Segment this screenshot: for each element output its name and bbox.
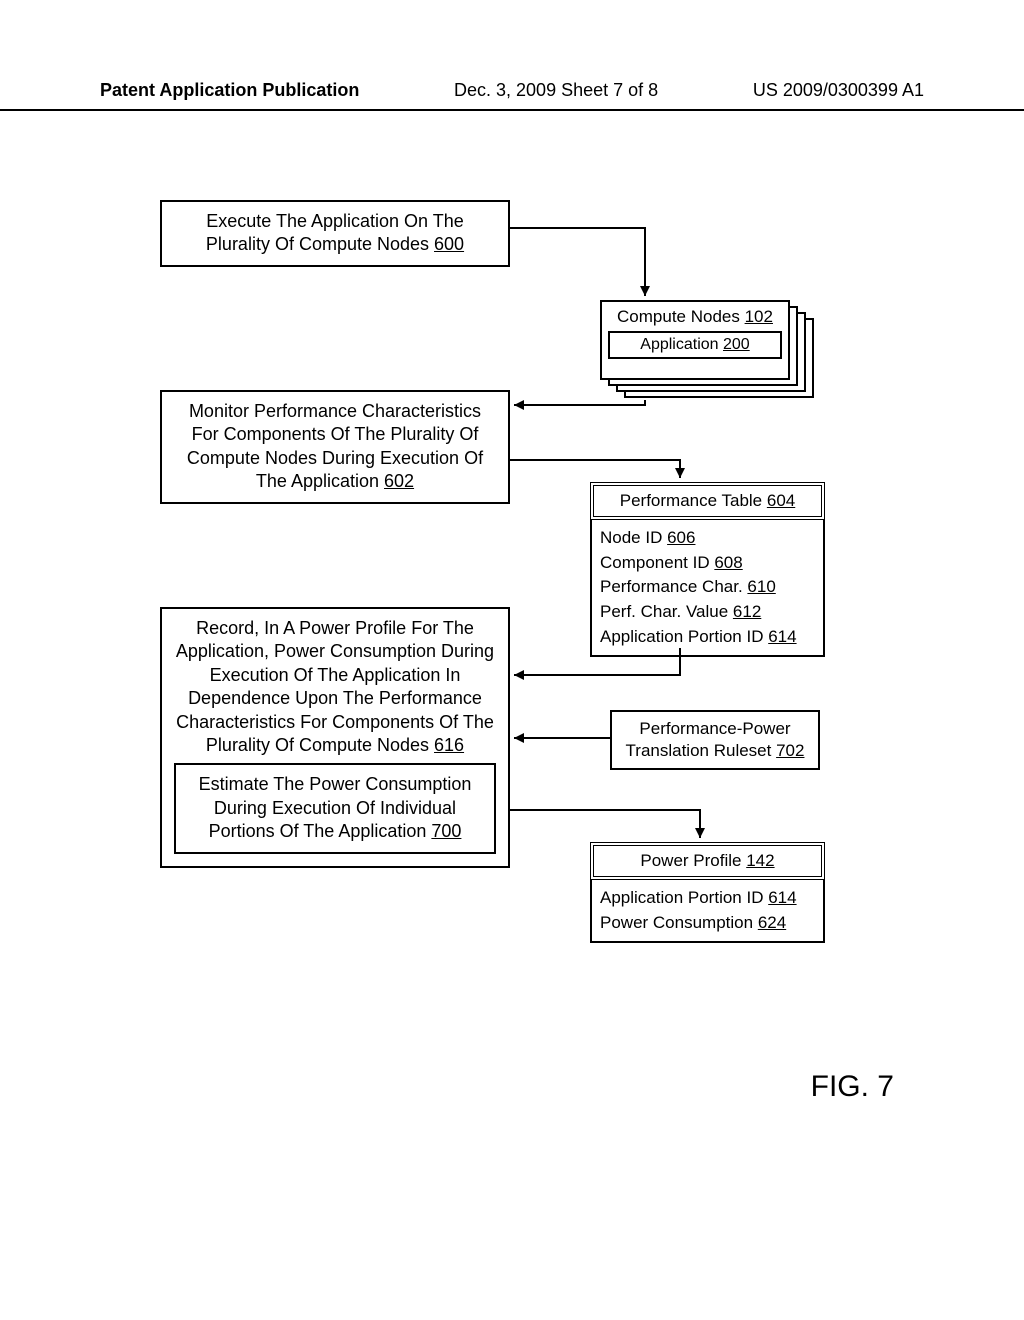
performance-table-header: Performance Table 604 xyxy=(590,482,825,520)
page-header: Patent Application Publication Dec. 3, 2… xyxy=(0,80,1024,111)
compute-nodes-label: Compute Nodes 102 xyxy=(608,307,782,327)
performance-table-body: Node ID 606 Component ID 608 Performance… xyxy=(590,520,825,657)
profile-row-power-consumption: Power Consumption 624 xyxy=(600,911,815,936)
step-600-text: Execute The Application On The Plurality… xyxy=(206,211,464,254)
step-700-ref: 700 xyxy=(431,821,461,841)
step-602-text: Monitor Performance Characteristics For … xyxy=(187,401,483,491)
ruleset-box: Performance-Power Translation Ruleset 70… xyxy=(610,710,820,770)
step-602-box: Monitor Performance Characteristics For … xyxy=(160,390,510,504)
performance-table: Performance Table 604 Node ID 606 Compon… xyxy=(590,482,825,657)
header-left: Patent Application Publication xyxy=(100,80,359,101)
step-600-ref: 600 xyxy=(434,234,464,254)
power-profile: Power Profile 142 Application Portion ID… xyxy=(590,842,825,943)
header-mid: Dec. 3, 2009 Sheet 7 of 8 xyxy=(454,80,658,101)
power-profile-body: Application Portion ID 614 Power Consump… xyxy=(590,880,825,943)
step-700-box: Estimate The Power Consumption During Ex… xyxy=(174,763,496,853)
ruleset-text: Performance-Power Translation Ruleset xyxy=(626,719,791,760)
step-616-box: Record, In A Power Profile For The Appli… xyxy=(160,607,510,868)
perf-row-node-id: Node ID 606 xyxy=(600,526,815,551)
step-602-ref: 602 xyxy=(384,471,414,491)
perf-row-perf-char-value: Perf. Char. Value 612 xyxy=(600,600,815,625)
power-profile-header: Power Profile 142 xyxy=(590,842,825,880)
application-inner-box: Application 200 xyxy=(608,331,782,359)
ruleset-ref: 702 xyxy=(776,741,804,760)
figure-label: FIG. 7 xyxy=(811,1070,894,1104)
step-616-ref: 616 xyxy=(434,735,464,755)
header-right: US 2009/0300399 A1 xyxy=(753,80,924,101)
perf-row-app-portion-id: Application Portion ID 614 xyxy=(600,625,815,650)
profile-row-app-portion-id: Application Portion ID 614 xyxy=(600,886,815,911)
step-600-box: Execute The Application On The Plurality… xyxy=(160,200,510,267)
perf-row-perf-char: Performance Char. 610 xyxy=(600,575,815,600)
compute-nodes-stack: Compute Nodes 102 Application 200 xyxy=(600,300,816,400)
flow-diagram: Execute The Application On The Plurality… xyxy=(60,200,960,1120)
perf-row-component-id: Component ID 608 xyxy=(600,551,815,576)
